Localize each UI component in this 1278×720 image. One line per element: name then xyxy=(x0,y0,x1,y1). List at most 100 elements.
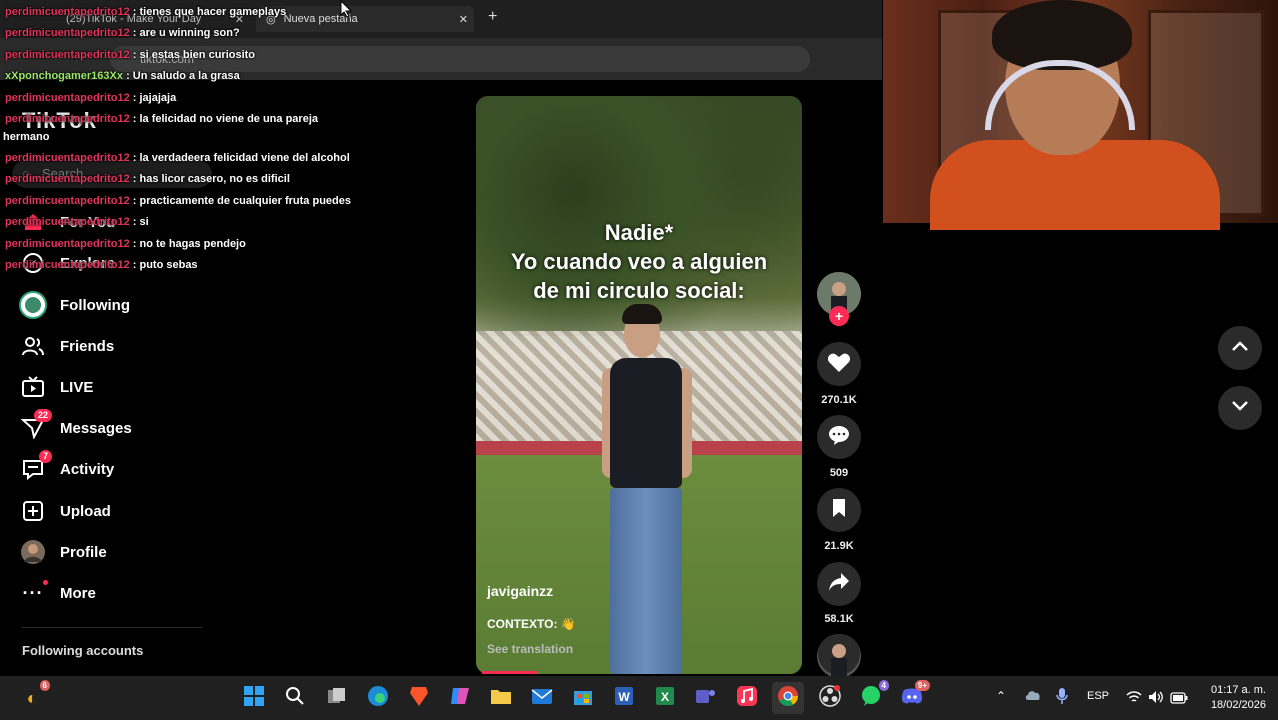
chevron-up-icon xyxy=(1231,339,1249,357)
chat-text: hermano xyxy=(3,131,50,143)
sound-disc[interactable] xyxy=(817,634,861,678)
word-button[interactable]: W xyxy=(608,682,640,714)
store-button[interactable] xyxy=(567,682,599,714)
weather-icon: ◐ xyxy=(26,687,38,708)
share-arrow-icon xyxy=(828,572,850,597)
chat-text: : jajajaja xyxy=(132,92,177,104)
inbox-icon: 7 xyxy=(18,450,52,484)
battery-icon[interactable] xyxy=(1170,691,1188,709)
next-video-button[interactable] xyxy=(1218,386,1262,430)
copilot-icon xyxy=(449,686,471,711)
onedrive-icon[interactable] xyxy=(1024,688,1042,707)
copilot-button[interactable] xyxy=(444,682,476,714)
edge-icon xyxy=(367,685,389,712)
chat-message: perdimicuentapedrito12 : practicamente d… xyxy=(5,195,351,207)
music-app-button[interactable] xyxy=(731,682,763,714)
whatsapp-button[interactable]: 4 xyxy=(855,680,889,714)
comment-button[interactable] xyxy=(817,415,861,459)
sidebar-item-label: Profile xyxy=(60,543,107,561)
comment-icon xyxy=(827,424,851,451)
microphone-icon[interactable] xyxy=(1056,687,1068,710)
follow-plus-button[interactable]: + xyxy=(829,306,849,326)
taskbar-search-button[interactable] xyxy=(279,682,311,714)
caption-line: Nadie* xyxy=(604,220,674,245)
sidebar-item-more[interactable]: ··· More xyxy=(18,576,218,610)
video-progress-bar[interactable] xyxy=(482,671,538,674)
chat-username: perdimicuentapedrito12 xyxy=(5,113,130,125)
chat-message: perdimicuentapedrito12 : si xyxy=(5,216,149,228)
tab-nueva[interactable]: ◎ Nueva pestaña ✕ xyxy=(256,6,474,32)
folder-icon xyxy=(490,687,512,710)
start-button[interactable] xyxy=(238,682,270,714)
save-button[interactable] xyxy=(817,488,861,532)
save-count: 21.9K xyxy=(824,540,854,552)
chrome-button[interactable] xyxy=(772,682,804,714)
new-tab-button[interactable]: + xyxy=(488,8,497,26)
system-clock[interactable]: 01:17 a. m. 18/02/2026 xyxy=(1196,683,1266,713)
obs-icon xyxy=(819,684,841,712)
sidebar-item-messages[interactable]: 22 Messages xyxy=(18,409,218,445)
sidebar-item-label: LIVE xyxy=(60,378,94,396)
chat-username: xXponchogamer163Xx xyxy=(5,70,123,82)
store-bag-icon xyxy=(572,686,594,711)
sidebar-item-profile[interactable]: Profile xyxy=(18,535,218,569)
chat-username: perdimicuentapedrito12 xyxy=(5,259,130,271)
chat-username: perdimicuentapedrito12 xyxy=(5,6,130,18)
chat-text: : practicamente de cualquier fruta puede… xyxy=(132,195,351,207)
file-explorer-button[interactable] xyxy=(485,682,517,714)
excel-button[interactable]: X xyxy=(649,682,681,714)
sidebar-item-label: Following xyxy=(60,296,130,314)
chat-text: : no te hagas pendejo xyxy=(132,238,246,250)
video-person-shirt xyxy=(610,358,682,488)
sidebar-item-label: Upload xyxy=(60,502,111,520)
widgets-button[interactable]: ◐ 6 xyxy=(16,680,50,714)
music-note-icon xyxy=(736,685,758,712)
chat-message: perdimicuentapedrito12 : no te hagas pen… xyxy=(5,238,246,250)
whatsapp-icon xyxy=(860,685,882,712)
chat-message: perdimicuentapedrito12 : jajajaja xyxy=(5,92,176,104)
teams-icon xyxy=(695,686,717,711)
chat-text: : are u winning son? xyxy=(132,27,240,39)
task-view-button[interactable] xyxy=(321,682,353,714)
heart-icon xyxy=(827,351,851,378)
like-button[interactable] xyxy=(817,342,861,386)
chat-message: perdimicuentapedrito12 : la verdadeera f… xyxy=(5,152,350,164)
share-button[interactable] xyxy=(817,562,861,606)
wifi-icon[interactable] xyxy=(1126,690,1142,709)
close-tab-icon[interactable]: ✕ xyxy=(453,13,474,26)
chat-username: perdimicuentapedrito12 xyxy=(5,195,130,207)
video-author[interactable]: javigainzz xyxy=(487,583,553,599)
sidebar-item-live[interactable]: LIVE xyxy=(18,370,218,404)
task-view-icon xyxy=(327,687,347,710)
chat-message: perdimicuentapedrito12 : la felicidad no… xyxy=(5,113,318,125)
video-caption-overlay: Nadie* Yo cuando veo a alguien de mi cir… xyxy=(476,218,802,305)
caption-line: de mi circulo social: xyxy=(533,278,745,303)
search-icon xyxy=(285,686,305,711)
plus-square-icon xyxy=(18,496,48,526)
brave-button[interactable] xyxy=(403,682,435,714)
chat-username: perdimicuentapedrito12 xyxy=(5,92,130,104)
tray-overflow-chevron-icon[interactable]: ⌃ xyxy=(996,689,1006,703)
discord-button[interactable]: 9+ xyxy=(896,680,930,714)
previous-video-button[interactable] xyxy=(1218,326,1262,370)
volume-icon[interactable] xyxy=(1148,690,1164,709)
messages-badge: 22 xyxy=(33,409,52,422)
sidebar-divider xyxy=(22,627,202,628)
mail-icon xyxy=(531,686,553,711)
see-translation-link[interactable]: See translation xyxy=(487,642,573,656)
video-description: CONTEXTO: 👋 xyxy=(487,617,576,631)
word-icon: W xyxy=(614,686,634,711)
obs-button[interactable] xyxy=(814,682,846,714)
activity-badge: 7 xyxy=(38,450,52,463)
teams-button[interactable] xyxy=(690,682,722,714)
windows-logo-icon xyxy=(243,685,265,712)
whatsapp-badge: 4 xyxy=(878,680,889,691)
outlook-button[interactable] xyxy=(526,682,558,714)
language-indicator[interactable]: ESP xyxy=(1087,690,1109,702)
sidebar-item-activity[interactable]: 7 Activity xyxy=(18,450,218,486)
sidebar-item-upload[interactable]: Upload xyxy=(18,494,218,528)
sidebar-item-friends[interactable]: Friends xyxy=(18,329,218,363)
sidebar-item-following[interactable]: Following xyxy=(18,288,218,322)
edge-button[interactable] xyxy=(362,682,394,714)
video-person-hair xyxy=(622,304,662,324)
